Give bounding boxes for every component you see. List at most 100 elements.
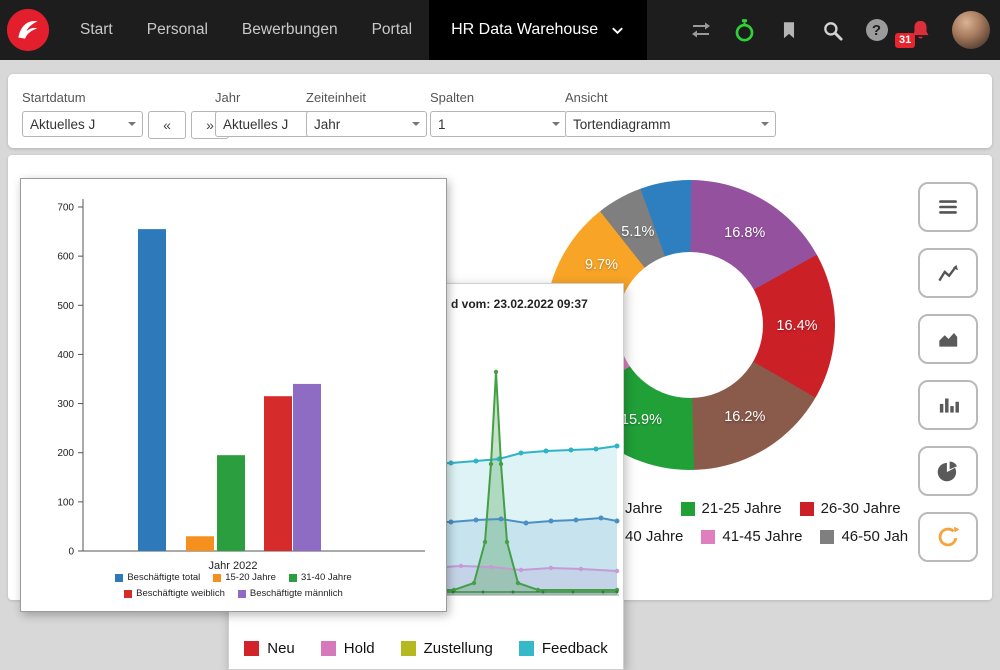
prev-period-button[interactable]: « — [148, 111, 186, 139]
nav-item-bewerbungen[interactable]: Bewerbungen — [225, 0, 355, 60]
zeiteinheit-label: Zeiteinheit — [306, 90, 366, 105]
notification-badge: 31 — [895, 32, 916, 48]
data-point — [504, 539, 510, 545]
data-point — [568, 447, 574, 453]
data-point — [548, 518, 554, 524]
transfer-arrows-icon[interactable] — [688, 18, 713, 43]
legend-label: Beschäftigte männlich — [249, 588, 343, 599]
data-point — [448, 519, 454, 525]
legend-label: 26-30 Jahre — [820, 500, 901, 517]
legend-swatch — [213, 573, 222, 582]
user-avatar[interactable] — [952, 11, 990, 49]
filter-group-ansicht: Ansicht Tortendiagramm — [565, 90, 776, 137]
legend-swatch — [288, 573, 297, 582]
filter-bar: Startdatum Aktuelles J « » Jahr Aktuelle… — [8, 74, 992, 148]
bar-chart-view-button[interactable] — [918, 380, 978, 430]
data-point — [548, 565, 554, 571]
question-glyph: ? — [871, 21, 882, 39]
legend-row: Jahre 21-25 Jahre 26-30 Jahre — [625, 500, 908, 517]
bookmark-icon[interactable] — [776, 18, 801, 43]
bar-chart-panel[interactable]: 0 100 200 300 400 500 600 700 Jahr 2022 Beschäft… — [20, 178, 447, 612]
help-circle: ? — [865, 19, 888, 41]
legend-label: 21-25 Jahre — [701, 500, 782, 517]
data-point — [458, 563, 464, 569]
data-point — [493, 369, 499, 375]
ansicht-select[interactable]: Tortendiagramm — [565, 111, 776, 137]
bar-segment-3 — [264, 396, 292, 551]
data-point — [614, 568, 620, 574]
legend-swatch — [701, 529, 716, 544]
stopwatch-icon[interactable] — [732, 18, 757, 43]
help-icon[interactable]: ? — [864, 18, 889, 43]
legend-label: Zustellung — [423, 640, 493, 657]
chevron-down-icon — [612, 26, 623, 34]
data-point — [451, 590, 455, 594]
legend-item: 41-45 Jahre — [701, 528, 802, 545]
data-point — [488, 564, 494, 570]
zeiteinheit-select[interactable]: Jahr — [306, 111, 427, 137]
area-chart-view-button[interactable] — [918, 314, 978, 364]
legend-label: Hold — [343, 640, 375, 657]
y-tick-label: 700 — [57, 203, 74, 214]
startdatum-select[interactable]: Aktuelles J — [22, 111, 143, 137]
legend-item: 46-50 Jah — [820, 528, 908, 545]
bar-segment-2 — [217, 455, 245, 551]
pie-percent-label: 16.2% — [724, 408, 766, 425]
area-chart-icon — [939, 333, 958, 347]
nav-item-personal[interactable]: Personal — [130, 0, 225, 60]
y-tick-label: 500 — [57, 301, 74, 312]
legend-label: 40 Jahre — [625, 528, 684, 545]
rexx-logo-icon — [6, 8, 50, 52]
nav-item-portal[interactable]: Portal — [355, 0, 430, 60]
data-point — [523, 520, 529, 526]
startdatum-label: Startdatum — [22, 90, 86, 105]
legend-label: Beschäftigte weiblich — [136, 588, 225, 599]
top-navigation: Start Personal Bewerbungen Portal HR Dat… — [0, 0, 1000, 60]
line-chart-icon — [938, 264, 958, 282]
data-point — [471, 580, 477, 586]
notifications-icon[interactable]: 31 — [895, 18, 933, 48]
nav-item-start[interactable]: Start — [63, 0, 130, 60]
data-point — [614, 518, 620, 524]
data-point — [571, 590, 575, 594]
pie-chart-view-button[interactable] — [918, 446, 978, 496]
spalten-select[interactable]: 1 — [430, 111, 567, 137]
legend-swatch — [518, 641, 534, 656]
data-point — [448, 460, 454, 466]
data-point — [598, 515, 604, 521]
data-point — [578, 566, 584, 572]
legend-item: 31-40 Jahre — [288, 572, 352, 583]
bar-segment-1 — [186, 536, 214, 551]
y-tick-label: 0 — [68, 547, 74, 558]
menu-button[interactable] — [918, 182, 978, 232]
menu-icon — [939, 200, 957, 214]
data-point — [511, 590, 515, 594]
data-point — [614, 443, 620, 449]
legend-item: Beschäftigte weiblich — [124, 588, 225, 599]
data-point — [482, 539, 488, 545]
line-chart-view-button[interactable] — [918, 248, 978, 298]
legend-item: Jahre — [625, 500, 663, 517]
app-screen: Start Personal Bewerbungen Portal HR Dat… — [0, 0, 1000, 670]
chart-tools — [918, 182, 978, 562]
bar-chart-svg: 0 100 200 300 400 500 600 700 Jahr 2022 — [57, 199, 425, 571]
legend-swatch — [820, 529, 835, 544]
pie-percent-label: 16.8% — [724, 225, 766, 242]
legend-swatch — [400, 641, 416, 656]
refresh-button[interactable] — [918, 512, 978, 562]
data-point — [481, 590, 485, 594]
data-point — [573, 517, 579, 523]
legend-item: Beschäftigte männlich — [237, 588, 343, 599]
legend-label: Feedback — [541, 640, 608, 657]
data-point — [518, 450, 524, 456]
legend-row: 40 Jahre 41-45 Jahre 46-50 Jah — [625, 528, 908, 545]
nav-item-hr-data-warehouse[interactable]: HR Data Warehouse — [429, 0, 648, 60]
data-point — [601, 590, 605, 594]
data-point — [488, 461, 494, 467]
legend-label: Neu — [267, 640, 295, 657]
filter-group-spalten: Spalten 1 — [430, 90, 567, 137]
legend-swatch — [680, 501, 695, 516]
rexx-logo[interactable] — [5, 7, 51, 53]
bar-chart-icon — [939, 398, 959, 413]
search-icon[interactable] — [820, 18, 845, 43]
